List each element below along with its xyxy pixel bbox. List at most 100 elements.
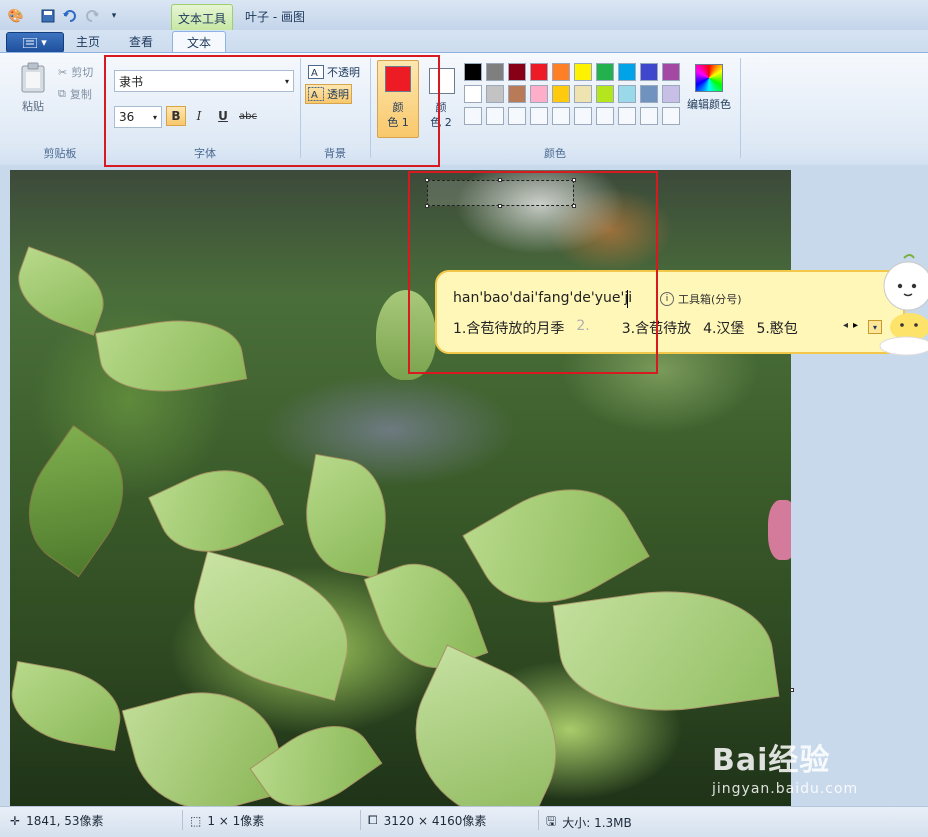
image-size-value: 3120 × 4160像素 [383, 814, 487, 828]
palette-empty-swatch[interactable] [662, 107, 680, 125]
palette-empty-swatch[interactable] [640, 107, 658, 125]
copy-icon: ⧉ [58, 87, 66, 100]
selection-size-value: 1 × 1像素 [207, 814, 265, 828]
leaf [552, 575, 780, 727]
palette-color-swatch[interactable] [574, 85, 592, 103]
watermark-sub: jingyan.baidu.com [712, 781, 859, 797]
pink-flower [768, 500, 791, 560]
rainbow-icon [695, 64, 723, 92]
palette-color-swatch[interactable] [662, 63, 680, 81]
text-tools-context-tab: 文本工具 [171, 4, 233, 31]
title-bar [0, 0, 928, 31]
paste-button[interactable]: 粘贴 [15, 62, 51, 114]
leaf [387, 644, 585, 806]
palette-color-swatch[interactable] [530, 63, 548, 81]
status-divider [538, 810, 539, 830]
crosshair-icon: ✛ [10, 813, 21, 828]
tab-text[interactable]: 文本 [172, 31, 227, 53]
palette-color-swatch[interactable] [596, 85, 614, 103]
palette-color-swatch[interactable] [508, 85, 526, 103]
palette-empty-swatch[interactable] [574, 107, 592, 125]
image-size: ⧠ 3120 × 4160像素 [368, 812, 486, 829]
redo-icon[interactable] [84, 8, 100, 24]
group-divider [740, 58, 741, 158]
palette-color-swatch[interactable] [552, 63, 570, 81]
image-size-icon: ⧠ [368, 813, 378, 827]
status-divider [360, 810, 361, 830]
font-settings-highlight [104, 55, 440, 167]
palette-empty-swatch[interactable] [552, 107, 570, 125]
palette-color-swatch[interactable] [596, 63, 614, 81]
leaf [10, 424, 149, 578]
leaf [10, 246, 115, 336]
ime-mascot [876, 252, 928, 357]
palette-color-swatch[interactable] [662, 85, 680, 103]
chevron-down-icon: ▾ [41, 36, 47, 49]
ime-toolbox-label: 工具箱(分号) [678, 293, 742, 306]
palette-color-swatch[interactable] [464, 85, 482, 103]
palette-color-swatch[interactable] [508, 63, 526, 81]
palette-empty-swatch[interactable] [486, 107, 504, 125]
edit-colors-button[interactable]: 编辑颜色 [684, 64, 734, 112]
customize-quick-access-icon[interactable]: ▾ [106, 8, 122, 24]
edit-colors-label: 编辑颜色 [687, 98, 731, 111]
info-icon: i [660, 292, 674, 306]
ime-toolbox-button[interactable]: i 工具箱(分号) [660, 291, 742, 307]
disk-icon: 🖫 [546, 814, 557, 828]
paint-app-icon[interactable]: 🎨 [8, 8, 24, 24]
palette-color-swatch[interactable] [486, 85, 504, 103]
menu-icon [23, 37, 38, 48]
palette-empty-swatch[interactable] [618, 107, 636, 125]
tab-view[interactable]: 查看 [115, 31, 167, 52]
tab-home[interactable]: 主页 [62, 31, 114, 52]
status-divider [182, 810, 183, 830]
colors-group-label: 颜色 [544, 147, 566, 160]
cursor-position-value: 1841, 53像素 [26, 814, 104, 828]
canvas-resize-handle[interactable] [790, 688, 794, 692]
file-size: 🖫 大小: 1.3MB [546, 812, 632, 833]
palette-color-swatch[interactable] [530, 85, 548, 103]
ime-candidate[interactable]: 5.憨包 [756, 318, 797, 338]
copy-button[interactable]: ⧉ 复制 [58, 86, 92, 102]
copy-label: 复制 [69, 88, 92, 101]
clipboard-group-label: 剪贴板 [43, 147, 77, 160]
palette-color-swatch[interactable] [618, 63, 636, 81]
text-input-highlight [408, 171, 658, 374]
palette-color-swatch[interactable] [464, 63, 482, 81]
cursor-position: ✛ 1841, 53像素 [10, 812, 104, 829]
selection-size: ⬚ 1 × 1像素 [190, 812, 264, 829]
leaf-photo[interactable] [10, 170, 791, 806]
file-size-value: 大小: 1.3MB [562, 816, 632, 830]
palette-empty-swatch[interactable] [508, 107, 526, 125]
watermark-main: Bai经验 [712, 743, 831, 778]
ime-candidate[interactable]: 4.汉堡 [703, 318, 744, 338]
palette-color-swatch[interactable] [486, 63, 504, 81]
clipboard-icon [21, 62, 45, 93]
color-palette [464, 63, 684, 129]
cut-label: 剪切 [71, 66, 94, 79]
ime-next-page-icon[interactable]: ▸ [853, 320, 858, 331]
palette-color-swatch[interactable] [618, 85, 636, 103]
ime-prev-page-icon[interactable]: ◂ [843, 320, 848, 331]
palette-color-swatch[interactable] [552, 85, 570, 103]
window-title: 叶子 - 画图 [245, 10, 305, 24]
palette-empty-swatch[interactable] [464, 107, 482, 125]
paste-label: 粘贴 [22, 100, 44, 113]
palette-color-swatch[interactable] [574, 63, 592, 81]
app-menu-button[interactable]: ▾ [6, 32, 64, 53]
palette-color-swatch[interactable] [640, 85, 658, 103]
palette-empty-swatch[interactable] [530, 107, 548, 125]
scissors-icon: ✂ [58, 65, 68, 79]
palette-empty-swatch[interactable] [596, 107, 614, 125]
leaf [295, 453, 397, 579]
selection-icon: ⬚ [190, 813, 202, 828]
leaf [249, 704, 383, 806]
save-icon[interactable] [40, 8, 56, 24]
cut-button[interactable]: ✂ 剪切 [58, 64, 93, 80]
leaf [10, 660, 128, 752]
palette-color-swatch[interactable] [640, 63, 658, 81]
leaf [94, 308, 248, 404]
leaf [178, 550, 364, 702]
undo-icon[interactable] [62, 8, 78, 24]
baidu-watermark: Bai经验 jingyan.baidu.com [712, 735, 858, 797]
